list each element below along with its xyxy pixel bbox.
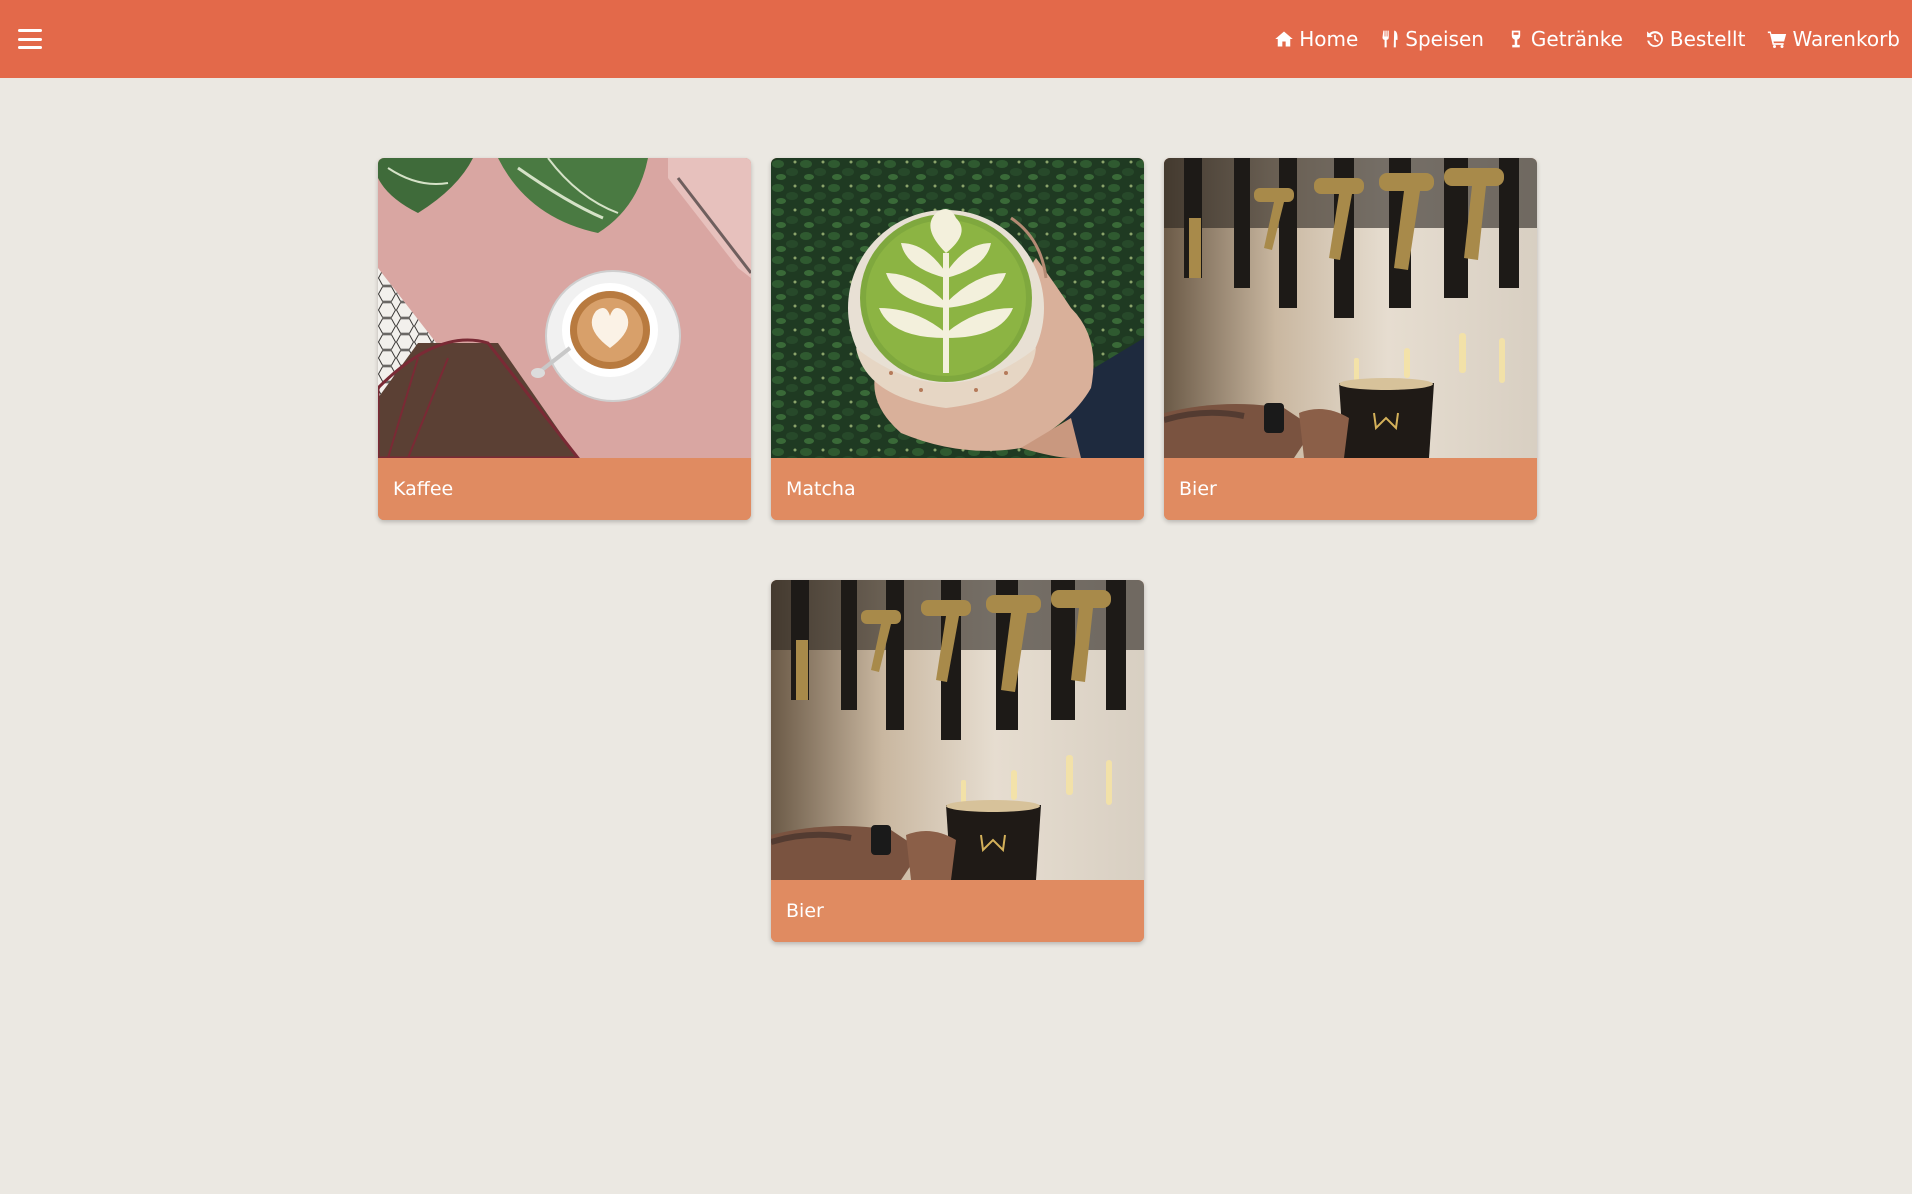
- category-card-matcha[interactable]: Matcha: [771, 158, 1144, 520]
- card-footer: Bier: [1164, 458, 1537, 520]
- card-title: Matcha: [786, 478, 856, 500]
- beer-taps-photo: [1164, 158, 1537, 458]
- card-footer: Kaffee: [378, 458, 751, 520]
- beer-taps-photo: [771, 580, 1144, 880]
- card-title: Kaffee: [393, 478, 454, 500]
- category-card-kaffee[interactable]: Kaffee: [378, 158, 751, 520]
- card-title: Bier: [786, 900, 824, 922]
- latte-art-coffee-photo: [378, 158, 751, 458]
- category-card-bier-2[interactable]: Bier: [771, 580, 1144, 942]
- card-title: Bier: [1179, 478, 1217, 500]
- matcha-latte-photo: [771, 158, 1144, 458]
- category-grid: Kaffee Matcha Bier Bier: [0, 0, 1912, 1194]
- card-footer: Bier: [771, 880, 1144, 942]
- card-footer: Matcha: [771, 458, 1144, 520]
- category-card-bier[interactable]: Bier: [1164, 158, 1537, 520]
